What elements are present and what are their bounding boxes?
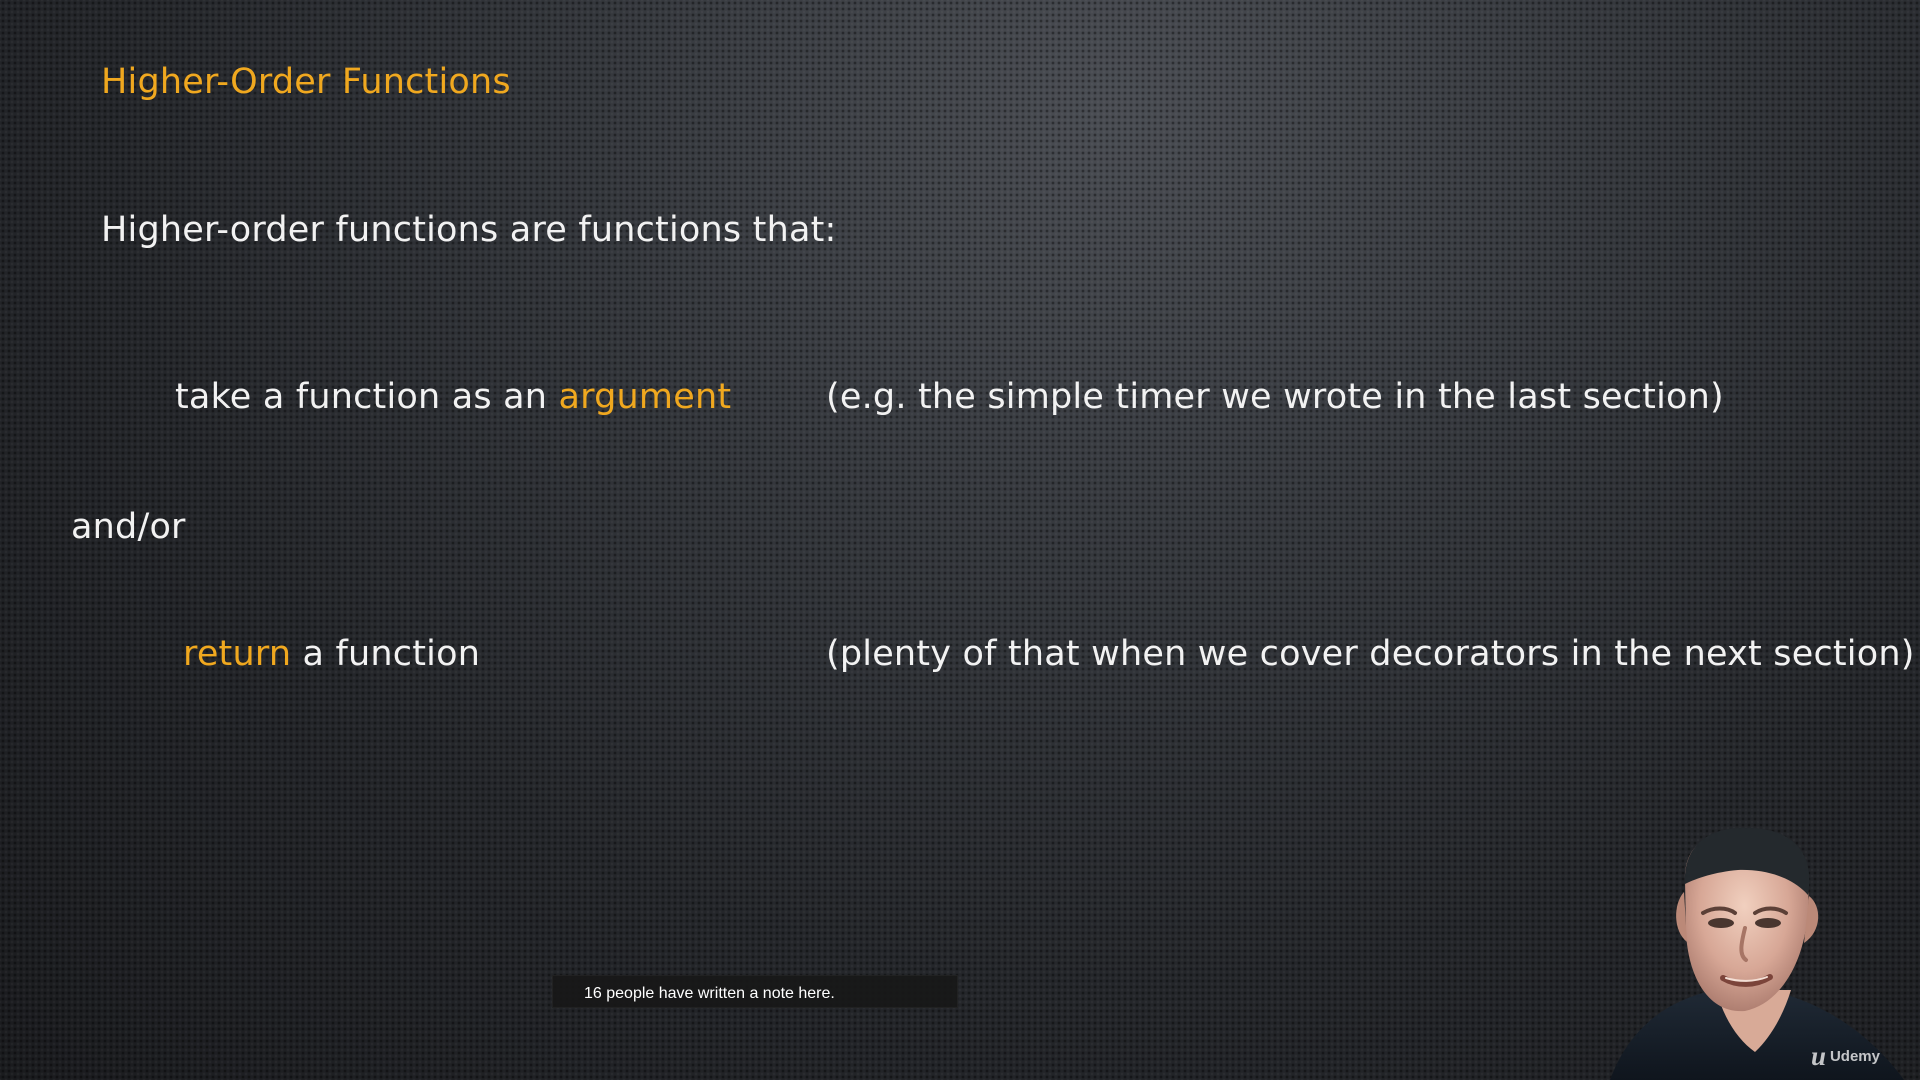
second-bullet-note: (plenty of that when we cover decorators… xyxy=(826,634,1915,674)
note-notification[interactable]: 16 people have written a note here. xyxy=(552,975,958,1008)
first-bullet-prefix: take a function as an xyxy=(175,377,559,417)
presenter-image xyxy=(1610,827,1904,1080)
argument-highlight: argument xyxy=(558,377,732,417)
second-bullet-suffix: a function xyxy=(291,634,481,674)
first-bullet: take a function as an argument xyxy=(175,380,731,415)
slide-title: Higher-Order Functions xyxy=(101,62,511,102)
first-bullet-note: (e.g. the simple timer we wrote in the l… xyxy=(826,377,1724,417)
note-notification-text: 16 people have written a note here. xyxy=(584,985,835,1002)
connector-text: and/or xyxy=(71,507,186,547)
udemy-logo-text: Udemy xyxy=(1829,1048,1880,1065)
return-highlight: return xyxy=(183,634,292,674)
presenter-video-icon: u Udemy xyxy=(1590,820,1920,1080)
udemy-logo-icon: u Udemy xyxy=(1811,1043,1880,1070)
udemy-logo-mark: u xyxy=(1810,1041,1826,1071)
slide-lead-text: Higher-order functions are functions tha… xyxy=(101,210,837,250)
second-bullet: return a function xyxy=(183,637,480,672)
